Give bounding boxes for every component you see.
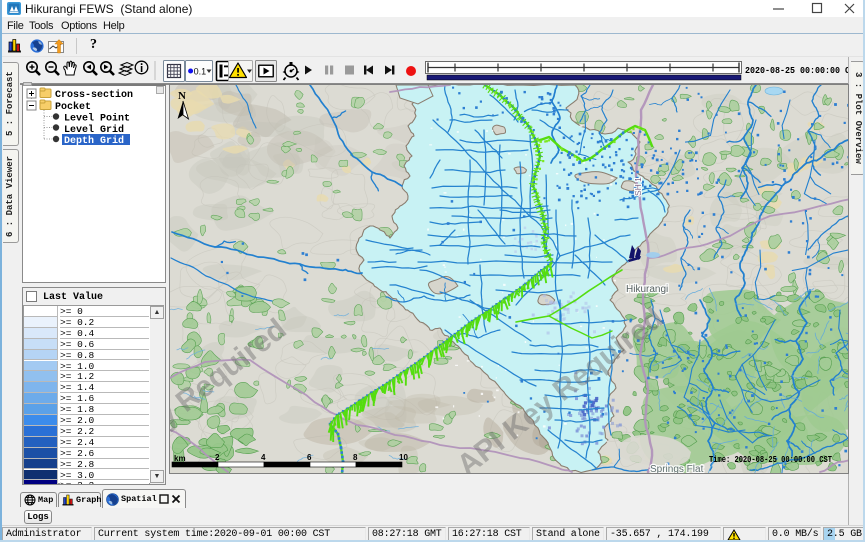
svg-text:Time: 2020-08-25 00:00:00 CST: Time: 2020-08-25 00:00:00 CST bbox=[709, 454, 832, 465]
svg-text:SH 1: SH 1 bbox=[633, 177, 643, 196]
svg-text:Pocket: Pocket bbox=[55, 101, 91, 113]
svg-text:2: 2 bbox=[215, 453, 220, 462]
svg-text:4: 4 bbox=[261, 453, 266, 462]
svg-text:Springs Flat: Springs Flat bbox=[650, 464, 704, 473]
svg-text:km: km bbox=[174, 454, 186, 463]
svg-text:N: N bbox=[178, 90, 186, 102]
svg-text:0.1: 0.1 bbox=[194, 67, 207, 77]
svg-text:2020-08-25 00:00:00 CST: 2020-08-25 00:00:00 CST bbox=[745, 66, 861, 76]
svg-text:6: 6 bbox=[307, 453, 312, 462]
svg-text:10: 10 bbox=[399, 453, 408, 462]
svg-text:8: 8 bbox=[353, 453, 358, 462]
svg-text:Depth Grid: Depth Grid bbox=[64, 135, 124, 147]
svg-text:Hikurangi: Hikurangi bbox=[626, 284, 668, 295]
svg-text:Level Point: Level Point bbox=[64, 113, 130, 125]
svg-text:Cross-section: Cross-section bbox=[55, 89, 133, 101]
